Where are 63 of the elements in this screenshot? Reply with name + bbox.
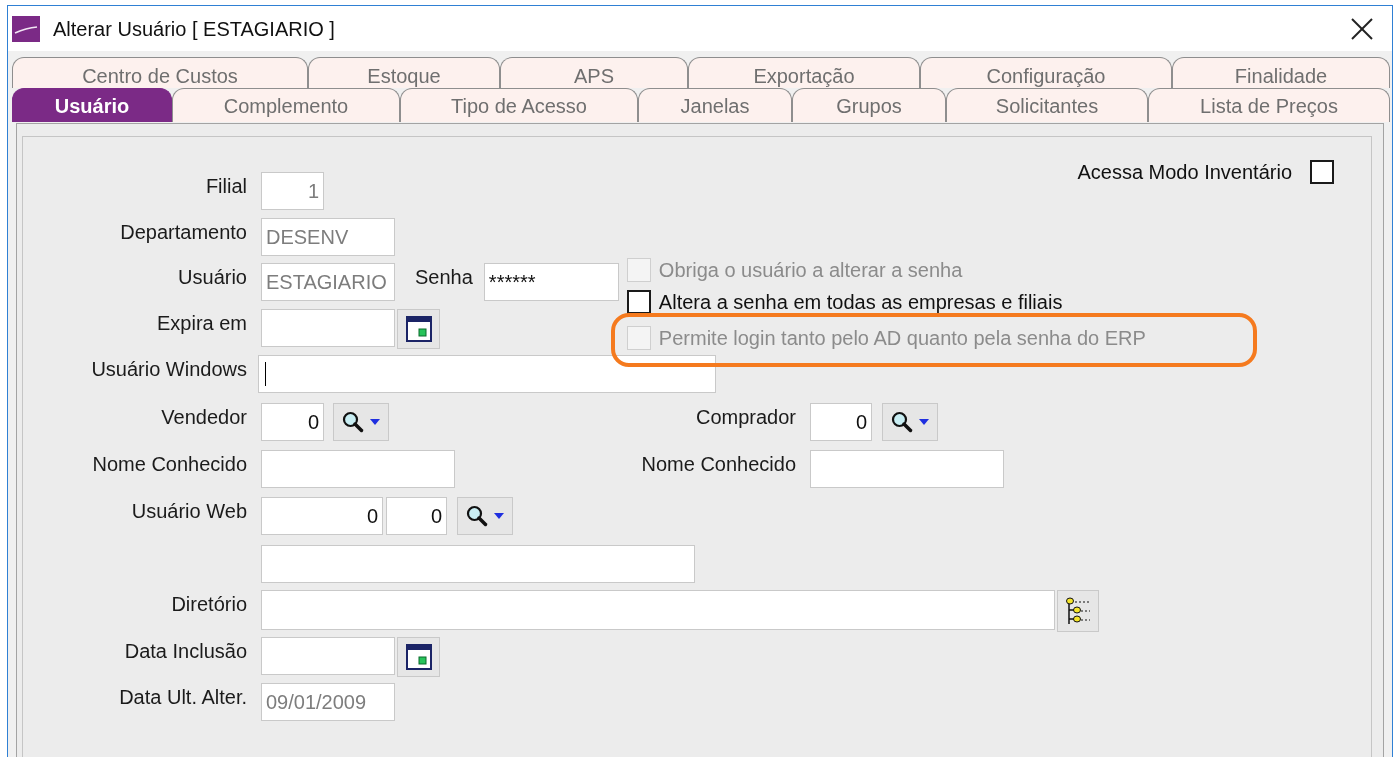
folder-tree-button[interactable] <box>1057 590 1099 632</box>
input-field[interactable]: 0 <box>261 497 383 535</box>
input-field[interactable] <box>261 450 455 488</box>
checkbox[interactable] <box>1310 160 1334 184</box>
caret-icon <box>494 513 504 519</box>
checkbox-label: Altera a senha em todas as empresas e filiais <box>658 290 1063 314</box>
tab[interactable]: Configuração <box>920 57 1172 88</box>
field-label: Filial <box>205 174 247 198</box>
input-field[interactable]: 0 <box>386 497 447 535</box>
field-label: Vendedor <box>161 405 247 429</box>
tab[interactable]: Estoque <box>308 57 500 88</box>
search-icon <box>466 505 488 527</box>
tab[interactable]: Solicitantes <box>946 88 1148 122</box>
tab[interactable]: Janelas <box>638 88 792 122</box>
caret-icon <box>919 419 929 425</box>
field-label: Data Ult. Alter. <box>119 685 247 709</box>
input-field[interactable] <box>261 309 395 347</box>
window-title: Alterar Usuário [ ESTAGIARIO ] <box>53 16 335 41</box>
field-label: Usuário Web <box>131 499 247 523</box>
tab[interactable]: Finalidade <box>1172 57 1390 88</box>
lookup-button[interactable] <box>457 497 513 535</box>
field-label: Comprador <box>695 405 796 429</box>
input-field[interactable] <box>258 355 716 393</box>
input-field[interactable] <box>261 637 395 675</box>
field-label: Usuário <box>178 265 247 289</box>
input-field[interactable] <box>810 450 1004 488</box>
tab[interactable]: Lista de Preços <box>1148 88 1390 122</box>
checkbox-label: Obriga o usuário a alterar a senha <box>658 258 963 282</box>
tab[interactable]: APS <box>500 57 688 88</box>
tab[interactable]: Centro de Custos <box>12 57 308 88</box>
caret-icon <box>370 419 380 425</box>
checkbox-label: Permite login tanto pelo AD quanto pela senha do ERP <box>658 326 1146 350</box>
search-icon <box>891 411 913 433</box>
app-icon <box>12 15 40 42</box>
field-label: Nome Conhecido <box>641 452 796 476</box>
calendar-icon <box>405 644 432 670</box>
close-icon[interactable] <box>1351 17 1373 40</box>
field-label: Departamento <box>120 220 247 244</box>
calendar-icon <box>405 316 432 342</box>
input-field[interactable]: 0 <box>261 403 324 441</box>
calendar-button[interactable] <box>397 309 440 349</box>
tab[interactable]: Tipo de Acesso <box>400 88 638 122</box>
checkbox[interactable] <box>626 290 651 314</box>
input-field[interactable] <box>261 545 695 583</box>
field-label: Usuário Windows <box>91 357 247 381</box>
tree-icon <box>1065 597 1091 625</box>
field-label: Senha <box>415 265 473 289</box>
tab[interactable]: Complemento <box>172 88 400 122</box>
input-field[interactable]: ****** <box>483 263 619 301</box>
tab[interactable]: Usuário <box>12 88 172 122</box>
lookup-button[interactable] <box>333 403 389 441</box>
tab[interactable]: Grupos <box>792 88 946 122</box>
field-label: Expira em <box>156 311 247 335</box>
input-field[interactable] <box>261 590 1055 630</box>
lookup-button[interactable] <box>882 403 938 441</box>
input-field[interactable]: 0 <box>810 403 872 441</box>
checkbox-label: Acessa Modo Inventário <box>1077 160 1292 184</box>
field-label: Nome Conhecido <box>92 452 247 476</box>
field-label: Data Inclusão <box>124 639 247 663</box>
search-icon <box>342 411 364 433</box>
calendar-button[interactable] <box>397 637 440 677</box>
tab[interactable]: Exportação <box>688 57 920 88</box>
field-label: Diretório <box>171 592 247 616</box>
